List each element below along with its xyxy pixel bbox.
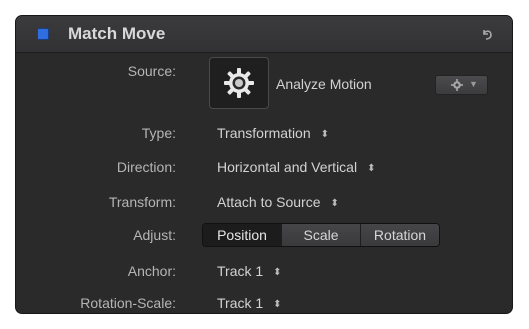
gear-icon [224, 68, 254, 98]
reset-icon[interactable] [480, 27, 494, 41]
analyze-motion-label[interactable]: Analyze Motion [276, 76, 372, 92]
analyze-motion-button[interactable] [209, 57, 269, 109]
type-label: Type: [141, 125, 176, 141]
type-value: Transformation [217, 125, 311, 141]
direction-popup[interactable]: Horizontal and Vertical ⬍ [217, 159, 375, 175]
adjust-segmented-control: Position Scale Rotation [202, 223, 440, 247]
source-label: Source: [127, 63, 176, 79]
action-gear-icon [451, 79, 463, 91]
updown-arrows-icon: ⬍ [367, 163, 376, 174]
type-popup[interactable]: Transformation ⬍ [217, 125, 329, 141]
action-popup-button[interactable]: ▼ [435, 75, 488, 95]
updown-arrows-icon: ⬍ [273, 267, 282, 278]
direction-value: Horizontal and Vertical [217, 159, 358, 175]
panel-header: Match Move [16, 16, 512, 53]
chevron-down-icon: ▼ [469, 79, 478, 89]
updown-arrows-icon: ⬍ [320, 129, 330, 140]
adjust-position-button[interactable]: Position [203, 224, 281, 246]
panel-title: Match Move [68, 24, 166, 43]
transform-label: Transform: [108, 194, 176, 210]
rotation-scale-label: Rotation-Scale: [80, 295, 176, 311]
transform-popup[interactable]: Attach to Source ⬍ [217, 194, 339, 210]
enable-checkbox[interactable] [37, 28, 49, 40]
anchor-label: Anchor: [127, 263, 176, 279]
anchor-popup[interactable]: Track 1 ⬍ [217, 263, 282, 279]
updown-arrows-icon: ⬍ [273, 299, 282, 310]
rotation-scale-popup[interactable]: Track 1 ⬍ [217, 295, 282, 311]
adjust-rotation-button[interactable]: Rotation [360, 224, 439, 246]
direction-label: Direction: [116, 159, 176, 175]
rotation-scale-value: Track 1 [217, 295, 264, 311]
updown-arrows-icon: ⬍ [330, 198, 339, 209]
anchor-value: Track 1 [217, 263, 264, 279]
adjust-label: Adjust: [133, 227, 176, 243]
transform-value: Attach to Source [217, 194, 321, 210]
match-move-panel: Match Move Source: Analyze Motion ▼ Type… [15, 15, 513, 314]
adjust-scale-button[interactable]: Scale [281, 224, 360, 246]
